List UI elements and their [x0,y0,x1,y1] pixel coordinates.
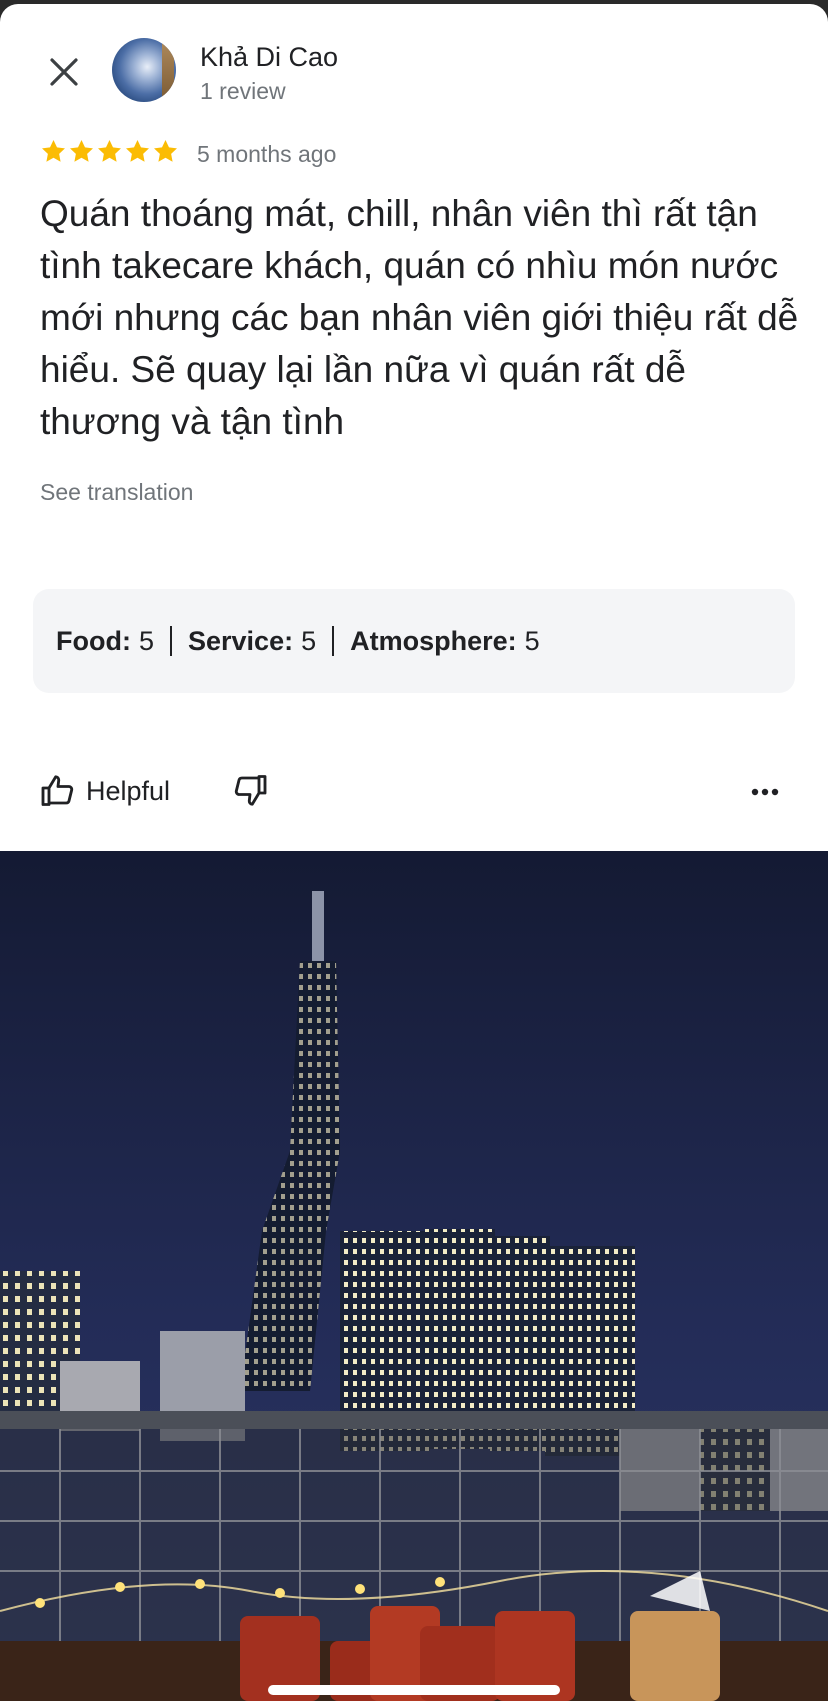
helpful-button[interactable]: Helpful [40,769,170,813]
rating-value: 5 [524,625,540,656]
rating-service: Service: 5 [188,626,316,657]
review-photo[interactable] [0,851,828,1701]
close-icon [50,58,78,86]
rating-label: Food: [56,625,131,656]
avatar-frame [162,38,174,102]
star-rating [40,138,179,165]
thumbs-down-icon [234,775,267,806]
avatar[interactable] [112,38,176,102]
review-text: Quán thoáng mát, chill, nhân viên thì rấ… [40,193,799,442]
rating-label: Atmosphere: [350,625,517,656]
rating-atmosphere: Atmosphere: 5 [350,626,540,657]
review-photo-image [0,851,828,1701]
divider [170,626,172,656]
close-button[interactable] [44,52,84,92]
divider [332,626,335,656]
more-horizontal-icon [751,788,779,796]
not-helpful-button[interactable] [232,772,272,812]
star-icon [126,140,149,162]
see-translation-link[interactable]: See translation [40,479,193,506]
rating-value: 5 [301,625,317,656]
more-options-button[interactable] [745,774,785,810]
star-icon [154,140,177,162]
author-review-count: 1 review [200,78,286,104]
star-icon [70,140,93,162]
home-indicator[interactable] [268,1685,560,1695]
author-name[interactable]: Khả Di Cao [200,42,338,73]
rating-value: 5 [138,625,154,656]
thumbs-up-icon [41,775,74,806]
rating-label: Service: [188,625,294,656]
review-time: 5 months ago [197,141,337,167]
star-icon [98,140,121,162]
sub-ratings: Food: 5 Service: 5 Atmosphere: 5 [33,589,795,693]
rating-food: Food: 5 [56,626,154,657]
helpful-label: Helpful [86,775,171,806]
review-detail-sheet: Khả Di Cao 1 review 5 months ago Quán th… [0,4,828,1701]
star-icon [42,140,65,162]
